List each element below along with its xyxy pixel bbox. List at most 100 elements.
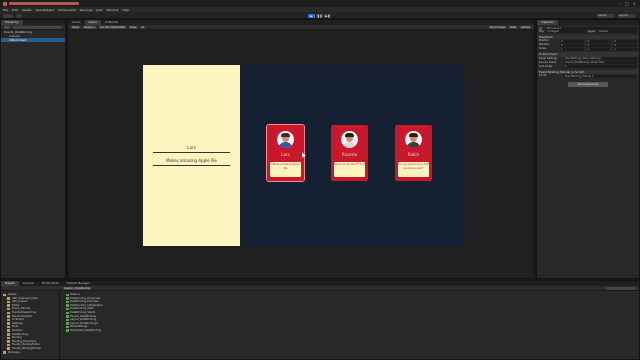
toolbar: ▶ ❚❚ ▶❚ Layers Layout [0, 12, 640, 19]
file-label: Stylesheet_DataBinding [70, 328, 102, 332]
divider [153, 152, 230, 153]
gizmos-button[interactable]: Gizmos [520, 25, 531, 29]
scale-y-field[interactable]: 1 [586, 47, 611, 51]
hierarchy-search-input[interactable] [13, 25, 62, 29]
folder-icon [7, 343, 10, 347]
folder-icon [3, 293, 6, 297]
character-card-robin[interactable]: Robin Do you wanna be a YOE Guidance use… [395, 125, 432, 181]
inspector-panel: Inspector UIDocument Tag Untagged Layer … [536, 19, 640, 279]
folder-icon [7, 325, 10, 329]
minimize-button[interactable]: – [619, 1, 621, 6]
tab-inspector[interactable]: Inspector [537, 20, 559, 25]
details-pane: Lars Makes amazing Apple Pie [143, 65, 240, 246]
cloud-icon[interactable] [16, 13, 22, 18]
tab-profile-write[interactable]: Profile Write [38, 281, 63, 286]
avatar [341, 131, 358, 148]
maximize-button[interactable]: □ [625, 1, 629, 6]
card-name: Robin [407, 152, 420, 157]
tree-item-uidocument[interactable]: UIDocument [1, 38, 65, 42]
menu-services[interactable]: Services [80, 8, 93, 12]
scale-x-field[interactable]: 1 [560, 47, 584, 51]
tag-dropdown[interactable]: Untagged [546, 30, 586, 33]
rotation-y-field[interactable]: 0 [586, 43, 611, 47]
sort-order-field[interactable]: 0 [564, 65, 637, 68]
play-button[interactable]: ▶ [308, 13, 315, 18]
scale-z-field[interactable]: 1 [613, 47, 638, 51]
scale-label: Scale [539, 47, 546, 50]
folder-icon [7, 315, 10, 318]
avatar-body [343, 142, 356, 148]
stats-button[interactable]: Stats [509, 25, 518, 29]
resolution-dropdown[interactable]: Full HD (1920x1080) [99, 25, 126, 29]
account-button[interactable] [3, 13, 13, 18]
unity-logo-icon [3, 1, 7, 6]
menu-window[interactable]: Window [107, 8, 119, 12]
card-description: Makes amazing Apple Pie [270, 162, 301, 177]
tab-scene[interactable]: Scene [68, 20, 85, 25]
avatar [277, 131, 294, 148]
asset-icon [66, 329, 69, 332]
menu-assets[interactable]: Assets [22, 8, 32, 12]
asset-icon [66, 325, 69, 329]
tag-label: Tag [539, 29, 544, 33]
menu-component[interactable]: Component [58, 8, 75, 12]
layout-dropdown[interactable]: Layout [618, 13, 636, 18]
folder-icon [7, 318, 10, 322]
asset-icon [66, 304, 69, 307]
menu-jobs[interactable]: Jobs [96, 8, 102, 12]
menu-help[interactable]: Help [122, 8, 129, 12]
play-focused-dropdown[interactable]: Play Focused [488, 25, 507, 29]
mouse-cursor-icon [300, 151, 306, 158]
menu-edit[interactable]: Edit [12, 8, 18, 12]
rotation-x-field[interactable]: 0 [560, 43, 584, 47]
project-breadcrumb[interactable]: Assets > DataBinding [63, 286, 92, 290]
position-x-field[interactable]: 0 [560, 39, 584, 43]
asset-icon [66, 322, 69, 325]
rotation-z-field[interactable]: 0 [613, 43, 638, 47]
close-button[interactable]: × [633, 1, 636, 6]
window-controls: – □ × [619, 1, 636, 6]
tab-game[interactable]: Game [84, 20, 101, 25]
position-y-field[interactable]: 0 [586, 39, 611, 43]
folder-item[interactable]: Packages [1, 351, 59, 355]
project-file-list: Data.cs Databinding_Properties DataBinding… [61, 291, 639, 360]
avatar-body [279, 142, 292, 148]
position-z-field[interactable]: 0 [613, 39, 638, 43]
scale-value[interactable]: 1x [140, 25, 146, 29]
layers-dropdown[interactable]: Layers [597, 13, 615, 18]
panel-settings-field[interactable]: PanelSettings (Panel Settings) [564, 57, 637, 60]
step-button[interactable]: ▶❚ [324, 13, 331, 18]
add-component-button[interactable]: Add Component [568, 82, 608, 87]
source-asset-field[interactable]: Layout_DataBinding (Visual Tree) [564, 61, 637, 64]
menu-gameobject[interactable]: GameObject [36, 8, 55, 12]
project-search-input[interactable] [606, 286, 636, 290]
tab-hierarchy[interactable]: Hierarchy [1, 20, 23, 25]
menu-file[interactable]: File [3, 8, 8, 12]
file-item[interactable]: Stylesheet_DataBinding [66, 329, 634, 333]
tab-console[interactable]: Console [19, 281, 38, 286]
avatar-body [407, 142, 420, 148]
add-icon[interactable]: + [4, 25, 10, 29]
tab-tutorial-manager[interactable]: Tutorial Manager [63, 281, 94, 286]
script-field[interactable]: EventBinding_Tutorial_2 [564, 74, 637, 78]
pause-button[interactable]: ❚❚ [316, 13, 323, 18]
tab-project[interactable]: Project [1, 281, 19, 286]
sort-order-label: Sort Order [539, 64, 553, 68]
character-card-lars[interactable]: Lars Makes amazing Apple Pie [266, 124, 305, 182]
cards-pane: Lars Makes amazing Apple Pie Ricardo Nev… [240, 65, 464, 246]
project-panel: Project Console Profile Write Tutorial M… [0, 280, 640, 360]
layer-dropdown[interactable]: Default [598, 30, 637, 33]
folder-icon [7, 297, 10, 300]
folder-icon [7, 322, 10, 325]
game-mode-dropdown[interactable]: Game [71, 25, 81, 29]
folder-icon [7, 340, 10, 343]
asset-icon [66, 307, 69, 311]
game-canvas[interactable]: Lars Makes amazing Apple Pie Lars Makes … [143, 65, 464, 246]
display-dropdown[interactable]: Display 1 [83, 25, 97, 29]
divider [153, 165, 230, 166]
folder-icon [7, 336, 10, 340]
game-view-toolbar: Game Display 1 Full HD (1920x1080) Scale… [68, 25, 534, 30]
tab-ui-builder[interactable]: UI Builder [101, 20, 123, 25]
character-card-ricardo[interactable]: Ricardo Never shuts the f***ing [331, 125, 368, 181]
asset-icon [66, 300, 69, 304]
